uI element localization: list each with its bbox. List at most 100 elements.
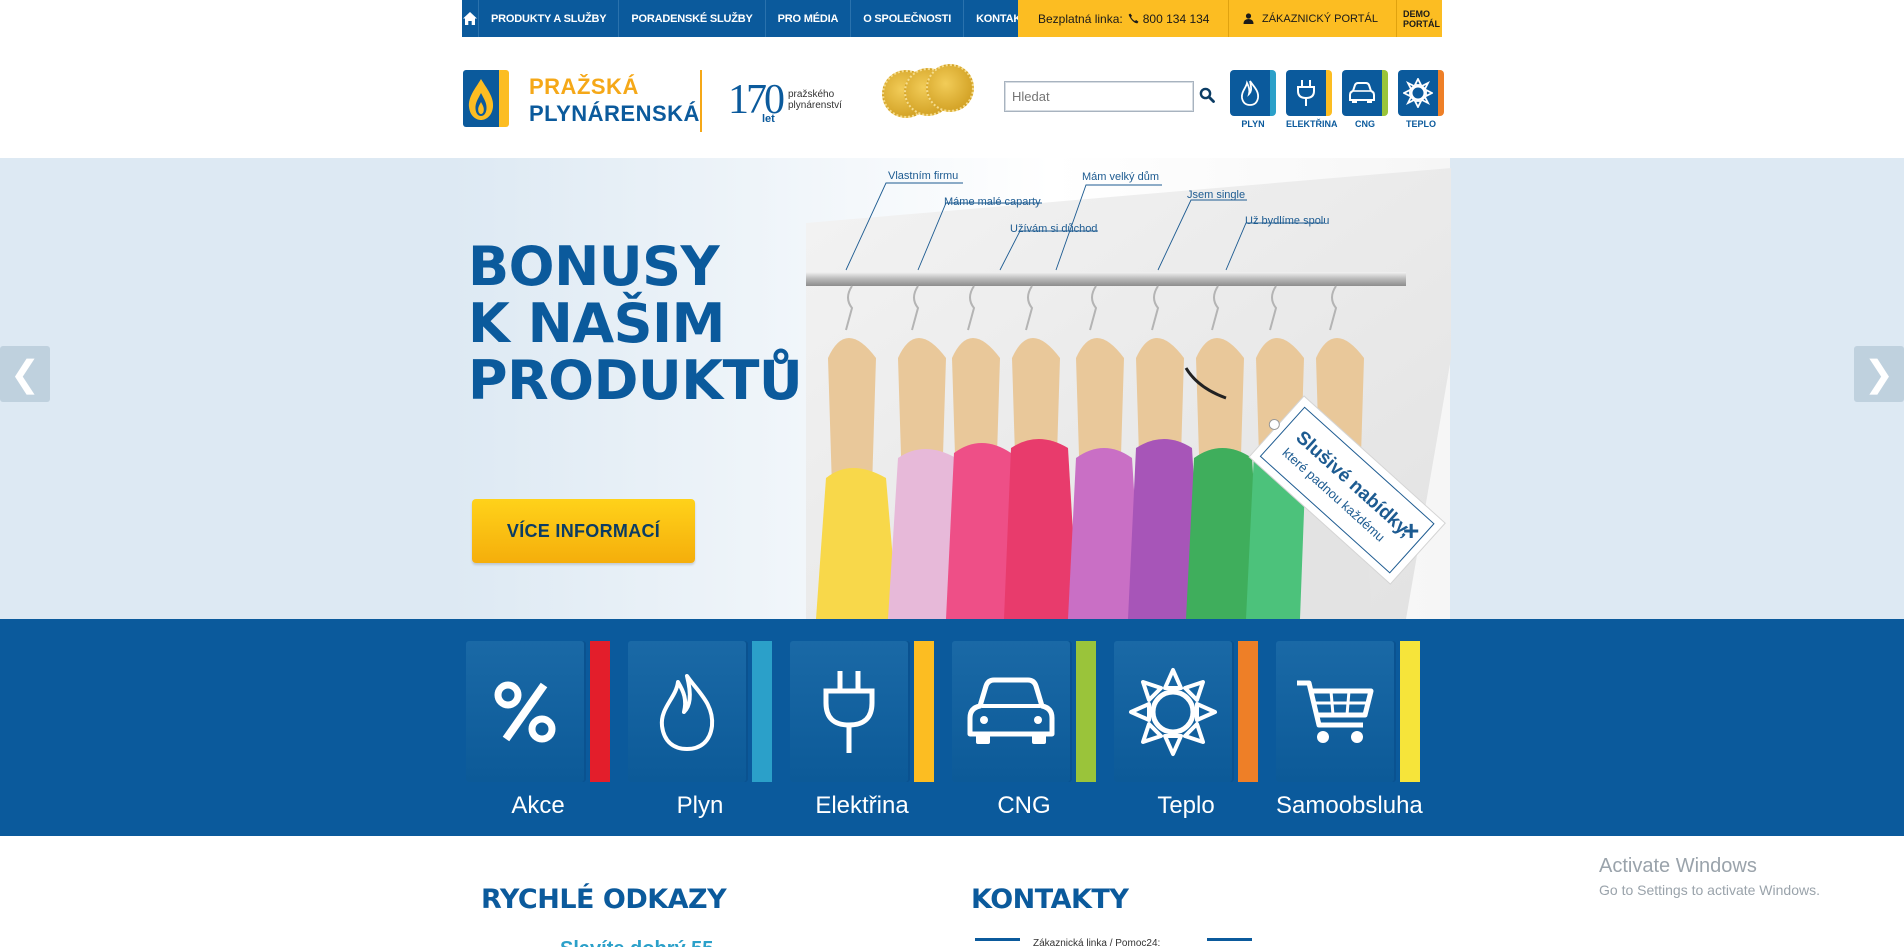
category-strip: Akce Plyn Elektřina CNG Teplo Samoobsluh…	[0, 619, 1904, 836]
demo-portal-link[interactable]: DEMO PORTÁL	[1397, 0, 1442, 37]
chevron-right-icon: ❯	[1863, 353, 1895, 394]
clothes-rack-image: Slušivé nabídky, které padnou každému +	[806, 168, 1451, 619]
product-shortcut-label: CNG	[1355, 119, 1375, 129]
carousel-prev-button[interactable]: ❮	[0, 346, 50, 402]
home-button[interactable]	[462, 0, 479, 37]
contact-line-label: Zákaznická linka / Pomoc24:	[1033, 938, 1161, 947]
category-akce[interactable]: Akce	[466, 641, 610, 820]
hero-banner: BONUSY K NAŠIM PRODUKTŮM VÍCE INFORMACÍ	[0, 158, 1904, 619]
award-seal-icon	[926, 64, 974, 112]
award-seals	[882, 64, 976, 118]
anniversary-badge: 170 let pražského plynárenství	[728, 79, 842, 125]
product-shortcut-cng[interactable]: CNG	[1342, 70, 1388, 129]
quick-links-title: RYCHLÉ ODKAZY	[481, 884, 727, 915]
hero-tag-label: Jsem single	[1187, 189, 1246, 201]
svg-text:+: +	[1403, 515, 1419, 546]
category-name: Samoobsluha	[1276, 792, 1423, 819]
anniversary-unit: let	[762, 113, 775, 125]
product-shortcut-elektrina[interactable]: ELEKTŘINA	[1286, 70, 1338, 129]
demo-portal-line1: DEMO	[1403, 8, 1430, 19]
home-icon	[463, 12, 477, 25]
cart-icon	[1297, 680, 1374, 743]
brand-name: PRAŽSKÁ PLYNÁRENSKÁ	[529, 73, 700, 127]
hero-title-line3: PRODUKTŮM	[468, 349, 856, 412]
hero-title: BONUSY K NAŠIM PRODUKTŮM	[468, 238, 856, 409]
flame-icon	[1240, 80, 1260, 106]
company-logo[interactable]	[463, 70, 509, 127]
category-name: Elektřina	[815, 792, 909, 819]
product-shortcut-label: PLYN	[1241, 119, 1265, 129]
product-shortcut-label: ELEKTŘINA	[1286, 119, 1338, 129]
search-icon	[1199, 87, 1215, 103]
anniversary-text: pražského plynárenství	[788, 89, 842, 111]
carousel-next-button[interactable]: ❯	[1854, 346, 1904, 402]
category-plyn[interactable]: Plyn	[628, 641, 772, 820]
car-icon	[1349, 82, 1375, 103]
plug-icon	[1297, 80, 1315, 106]
chevron-left-icon: ❮	[9, 353, 41, 394]
anniversary-text-line1: pražského	[788, 89, 835, 100]
anniversary-text-line2: plynárenství	[788, 100, 842, 111]
phone-icon	[1128, 13, 1139, 24]
header-divider	[700, 70, 702, 132]
contact-divider	[975, 938, 1020, 941]
hero-tag-label: Už bydlíme spolu	[1245, 215, 1330, 227]
top-bar: PRODUKTY A SLUŽBY PORADENSKÉ SLUŽBY PRO …	[462, 0, 1442, 37]
category-color-stripe	[914, 641, 934, 782]
category-color-stripe	[1238, 641, 1258, 782]
contact-divider	[1207, 938, 1252, 941]
page: PRODUKTY A SLUŽBY PORADENSKÉ SLUŽBY PRO …	[0, 0, 1904, 947]
demo-portal-line2: PORTÁL	[1403, 18, 1440, 29]
watermark-line2: Go to Settings to activate Windows.	[1599, 882, 1820, 898]
nav-item-pro-media[interactable]: PRO MÉDIA	[766, 0, 852, 37]
category-color-stripe	[590, 641, 610, 782]
nav-item-o-spolecnosti[interactable]: O SPOLEČNOSTI	[851, 0, 965, 37]
product-shortcut-label: TEPLO	[1405, 119, 1436, 129]
flame-icon	[659, 673, 715, 751]
category-name: Teplo	[1157, 792, 1215, 819]
category-name: Akce	[511, 792, 565, 819]
hero-title-line2: K NAŠIM	[468, 292, 725, 355]
category-color-stripe	[752, 641, 772, 782]
main-nav: PRODUKTY A SLUŽBY PORADENSKÉ SLUŽBY PRO …	[462, 0, 1035, 37]
product-shortcuts: PLYN ELEKTŘINA CNG TEPLO	[1230, 70, 1444, 129]
product-shortcut-plyn[interactable]: PLYN	[1230, 70, 1276, 129]
sun-icon	[1129, 667, 1217, 756]
customer-portal-label: ZÁKAZNICKÝ PORTÁL	[1262, 12, 1378, 25]
category-name: Plyn	[676, 792, 724, 819]
windows-activation-watermark: Activate Windows Go to Settings to activ…	[1599, 855, 1820, 898]
hero-tag-label: Vlastním firmu	[888, 170, 959, 182]
category-color-stripe	[1076, 641, 1096, 782]
hotline[interactable]: Bezplatná linka: 800 134 134	[1018, 0, 1229, 37]
nav-item-produkty[interactable]: PRODUKTY A SLUŽBY	[479, 0, 620, 37]
category-samoobsluha[interactable]: Samoobsluha	[1276, 641, 1423, 820]
category-teplo[interactable]: Teplo	[1114, 641, 1258, 820]
search-input[interactable]	[1004, 81, 1194, 112]
brand-line1: PRAŽSKÁ	[529, 74, 639, 99]
hero-tag-label: Užívám si důchod	[1010, 223, 1098, 235]
category-cng[interactable]: CNG	[952, 641, 1096, 820]
percent-icon	[494, 681, 556, 742]
hero-title-line1: BONUSY	[468, 235, 720, 298]
customer-portal-link[interactable]: ZÁKAZNICKÝ PORTÁL	[1229, 0, 1397, 37]
sun-icon	[1403, 78, 1433, 108]
hero-tag-label: Mám velký dům	[1082, 171, 1160, 183]
search-button[interactable]	[1199, 87, 1217, 105]
watermark-line1: Activate Windows	[1599, 855, 1757, 877]
product-shortcut-teplo[interactable]: TEPLO	[1398, 70, 1444, 129]
category-elektrina[interactable]: Elektřina	[790, 641, 934, 820]
category-color-stripe	[1400, 641, 1420, 782]
contacts-title: KONTAKTY	[971, 884, 1129, 915]
flame-logo-icon	[468, 78, 494, 120]
user-icon	[1243, 13, 1254, 24]
car-icon	[967, 677, 1055, 744]
more-info-button[interactable]: VÍCE INFORMACÍ	[472, 499, 695, 563]
plug-icon	[823, 670, 875, 753]
category-name: CNG	[997, 792, 1051, 819]
hotline-number: 800 134 134	[1142, 11, 1210, 26]
hero-tag-label: Máme malé caparty	[944, 196, 1041, 208]
hotline-label: Bezplatná linka:	[1038, 11, 1123, 26]
nav-item-poradenske-sluzby[interactable]: PORADENSKÉ SLUŽBY	[619, 0, 766, 37]
quick-link-item[interactable]: Slavíte dobrý 55	[560, 938, 713, 947]
brand-line2: PLYNÁRENSKÁ	[529, 101, 700, 126]
